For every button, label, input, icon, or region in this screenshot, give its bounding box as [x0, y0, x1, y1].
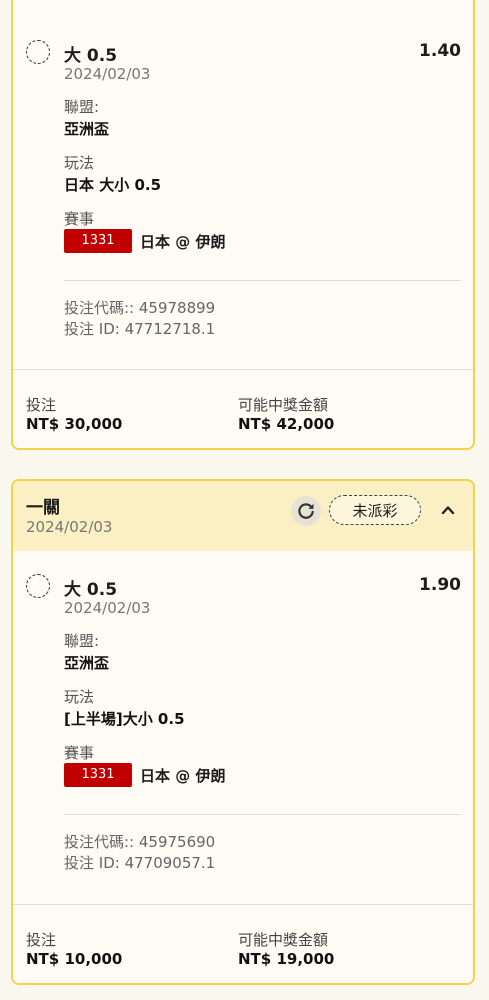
- bet-summary: 投注 NT$ 10,000 可能中獎金額 NT$ 19,000: [13, 904, 473, 983]
- league-label: 聯盟:: [64, 98, 100, 116]
- match-name: 日本 @ 伊朗: [140, 232, 226, 251]
- selection-name: 大 0.5: [64, 46, 118, 66]
- bet-id: 投注 ID: 47712718.1: [64, 320, 216, 338]
- match-name: 日本 @ 伊朗: [140, 766, 226, 785]
- potential-win-value: NT$ 19,000: [238, 950, 335, 968]
- league-label: 聯盟:: [64, 632, 100, 650]
- status-badge: 未派彩: [329, 495, 421, 525]
- bet-card: 大 0.5 1.40 2024/02/03 聯盟: 亞洲盃 玩法 日本 大小 0…: [11, 0, 475, 450]
- stake-label: 投注: [26, 396, 57, 414]
- market-label: 玩法: [64, 154, 95, 172]
- bet-summary: 投注 NT$ 30,000 可能中獎金額 NT$ 42,000: [13, 369, 473, 448]
- stake-value: NT$ 30,000: [26, 415, 123, 433]
- radio-unchecked-icon[interactable]: [26, 40, 50, 64]
- odds: 1.90: [419, 575, 461, 595]
- market-label: 玩法: [64, 688, 95, 706]
- bet-type-title: 一關: [26, 498, 60, 518]
- chevron-up-icon: [441, 506, 455, 515]
- bet-id: 投注 ID: 47709057.1: [64, 854, 216, 872]
- bet-code: 投注代碼:: 45975690: [64, 833, 216, 851]
- radio-unchecked-icon[interactable]: [26, 574, 50, 598]
- odds: 1.40: [419, 41, 461, 61]
- selection-name: 大 0.5: [64, 580, 118, 600]
- potential-win-label: 可能中獎金額: [238, 396, 329, 414]
- stake-value: NT$ 10,000: [26, 950, 123, 968]
- refresh-button[interactable]: [291, 496, 321, 526]
- bet-code: 投注代碼:: 45978899: [64, 299, 216, 317]
- bet-card: 一關 2024/02/03 未派彩 大 0.5 1.90 2024/02/03 …: [11, 479, 475, 985]
- match-row: 1331 日本 @ 伊朗: [64, 763, 225, 787]
- leg-date: 2024/02/03: [64, 65, 151, 83]
- league-value: 亞洲盃: [64, 654, 110, 672]
- match-label: 賽事: [64, 210, 95, 228]
- match-label: 賽事: [64, 744, 95, 762]
- divider: [64, 280, 461, 281]
- market-value: 日本 大小 0.5: [64, 176, 162, 194]
- match-row: 1331 日本 @ 伊朗: [64, 229, 225, 253]
- collapse-button[interactable]: [434, 496, 462, 524]
- match-id-badge: 1331: [64, 229, 132, 253]
- market-value: [上半場]大小 0.5: [64, 710, 185, 728]
- match-id-badge: 1331: [64, 763, 132, 787]
- stake-label: 投注: [26, 931, 57, 949]
- league-value: 亞洲盃: [64, 120, 110, 138]
- potential-win-label: 可能中獎金額: [238, 931, 329, 949]
- potential-win-value: NT$ 42,000: [238, 415, 335, 433]
- leg-date: 2024/02/03: [64, 599, 151, 617]
- bet-card-header: 一關 2024/02/03 未派彩: [13, 481, 473, 551]
- refresh-icon: [298, 503, 314, 519]
- divider: [64, 814, 461, 815]
- bet-date: 2024/02/03: [26, 518, 113, 536]
